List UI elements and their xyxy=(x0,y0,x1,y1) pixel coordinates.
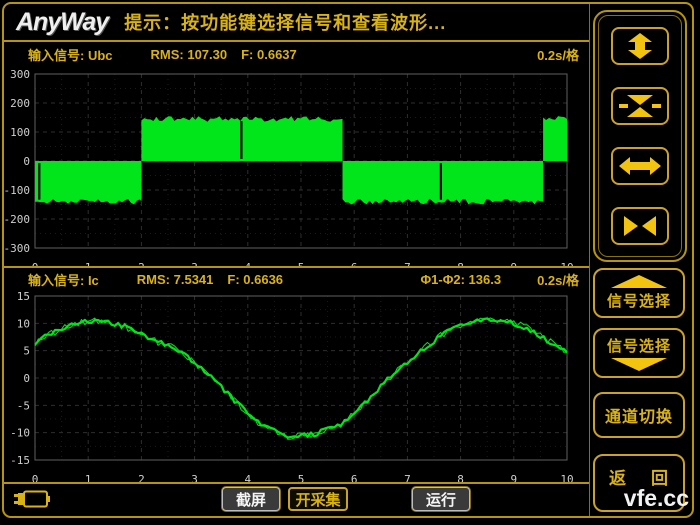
svg-text:-100: -100 xyxy=(4,184,30,197)
svg-text:0: 0 xyxy=(32,261,39,266)
ic-waveform-chart: 151050-5-10-15012345678910 xyxy=(4,290,589,482)
svg-text:2: 2 xyxy=(138,473,145,482)
run-button[interactable]: 运行 xyxy=(412,487,470,511)
signal-name-label: 输入信号: Ubc xyxy=(28,45,113,64)
freq-value: F: 0.6637 xyxy=(241,47,297,62)
horizontal-expand-button[interactable] xyxy=(611,147,669,185)
battery-low-icon xyxy=(14,489,50,510)
device-screen: AnyWay 提示：按功能键选择信号和查看波形... 输入信号: Ubc RMS… xyxy=(0,0,700,525)
svg-text:-15: -15 xyxy=(10,454,30,467)
main-column: AnyWay 提示：按功能键选择信号和查看波形... 输入信号: Ubc RMS… xyxy=(4,4,590,516)
svg-text:7: 7 xyxy=(404,261,411,266)
svg-text:10: 10 xyxy=(560,261,573,266)
signal-select-up-label: 信号选择 xyxy=(607,290,671,311)
panel-header-ic: 输入信号: Ic RMS: 7.5341 F: 0.6636 Φ1-Φ2: 13… xyxy=(4,268,589,290)
horizontal-compress-icon xyxy=(618,213,662,239)
rms-value: RMS: 107.30 xyxy=(151,47,228,62)
svg-text:4: 4 xyxy=(244,261,251,266)
screen-frame: AnyWay 提示：按功能键选择信号和查看波形... 输入信号: Ubc RMS… xyxy=(2,2,694,518)
horizontal-expand-icon xyxy=(618,153,662,179)
svg-text:100: 100 xyxy=(10,126,30,139)
svg-text:-5: -5 xyxy=(17,399,30,412)
channel-switch-label: 通道切换 xyxy=(605,403,673,427)
signal-select-down-label: 信号选择 xyxy=(607,335,671,356)
svg-text:3: 3 xyxy=(191,261,198,266)
horizontal-compress-button[interactable] xyxy=(611,207,669,245)
freq-value: F: 0.6636 xyxy=(227,272,283,287)
waveform-panel-ic: 输入信号: Ic RMS: 7.5341 F: 0.6636 Φ1-Φ2: 13… xyxy=(4,268,589,484)
signal-select-down-button[interactable]: 信号选择 xyxy=(593,328,685,378)
timebase-label: 0.2s/格 xyxy=(537,270,579,289)
svg-text:6: 6 xyxy=(351,261,358,266)
svg-text:300: 300 xyxy=(10,68,30,81)
channel-switch-button[interactable]: 通道切换 xyxy=(593,392,685,438)
svg-text:4: 4 xyxy=(244,473,251,482)
svg-text:2: 2 xyxy=(138,261,145,266)
svg-text:6: 6 xyxy=(351,473,358,482)
sidebar: 信号选择 信号选择 通道切换 返 回 vfe.cc xyxy=(590,4,692,516)
start-capture-button[interactable]: 开采集 xyxy=(288,487,348,511)
ubc-waveform-chart: 300 200 100 0 -100 -200 -300 0 1 2 3 4 5 6 7 8 9 10 xyxy=(4,66,589,266)
vertical-compress-icon xyxy=(618,93,662,119)
signal-name-label: 输入信号: Ic xyxy=(28,270,99,289)
anyway-logo: AnyWay xyxy=(16,8,108,37)
screenshot-button[interactable]: 截屏 xyxy=(222,487,280,511)
triangle-down-icon xyxy=(611,358,667,371)
vertical-compress-button[interactable] xyxy=(611,87,669,125)
svg-text:10: 10 xyxy=(17,317,30,330)
bottom-bar: 截屏 开采集 运行 xyxy=(4,484,589,515)
triangle-up-icon xyxy=(611,275,667,288)
vertical-expand-icon xyxy=(618,33,662,59)
svg-text:200: 200 xyxy=(10,97,30,110)
waveform-zoom-group xyxy=(593,10,687,262)
hint-text: 提示：按功能键选择信号和查看波形... xyxy=(124,9,446,35)
timebase-label: 0.2s/格 xyxy=(537,45,579,64)
svg-text:15: 15 xyxy=(17,290,30,303)
svg-text:9: 9 xyxy=(510,473,517,482)
title-bar: AnyWay 提示：按功能键选择信号和查看波形... xyxy=(4,4,589,42)
svg-text:5: 5 xyxy=(298,473,305,482)
svg-text:-200: -200 xyxy=(4,213,30,226)
svg-text:7: 7 xyxy=(404,473,411,482)
waveform-panel-ubc: 输入信号: Ubc RMS: 107.30 F: 0.6637 0.2s/格 3… xyxy=(4,42,589,268)
svg-text:0: 0 xyxy=(32,473,39,482)
svg-text:1: 1 xyxy=(85,261,92,266)
svg-text:10: 10 xyxy=(560,473,573,482)
svg-text:9: 9 xyxy=(510,261,517,266)
phase-diff-value: Φ1-Φ2: 136.3 xyxy=(420,272,501,287)
svg-text:-300: -300 xyxy=(4,242,30,255)
svg-text:3: 3 xyxy=(191,473,198,482)
vertical-expand-button[interactable] xyxy=(611,27,669,65)
signal-select-up-button[interactable]: 信号选择 xyxy=(593,268,685,318)
svg-text:5: 5 xyxy=(23,345,30,358)
svg-text:5: 5 xyxy=(298,261,305,266)
vfe-watermark: vfe.cc xyxy=(624,485,689,512)
rms-value: RMS: 7.5341 xyxy=(137,272,214,287)
svg-text:8: 8 xyxy=(457,473,464,482)
svg-text:0: 0 xyxy=(23,155,30,168)
svg-text:1: 1 xyxy=(85,473,92,482)
svg-text:0: 0 xyxy=(23,372,30,385)
waveform-zoom-group-inner xyxy=(598,15,682,257)
panel-header-ubc: 输入信号: Ubc RMS: 107.30 F: 0.6637 0.2s/格 xyxy=(4,42,589,66)
svg-text:-10: -10 xyxy=(10,427,30,440)
svg-text:8: 8 xyxy=(457,261,464,266)
